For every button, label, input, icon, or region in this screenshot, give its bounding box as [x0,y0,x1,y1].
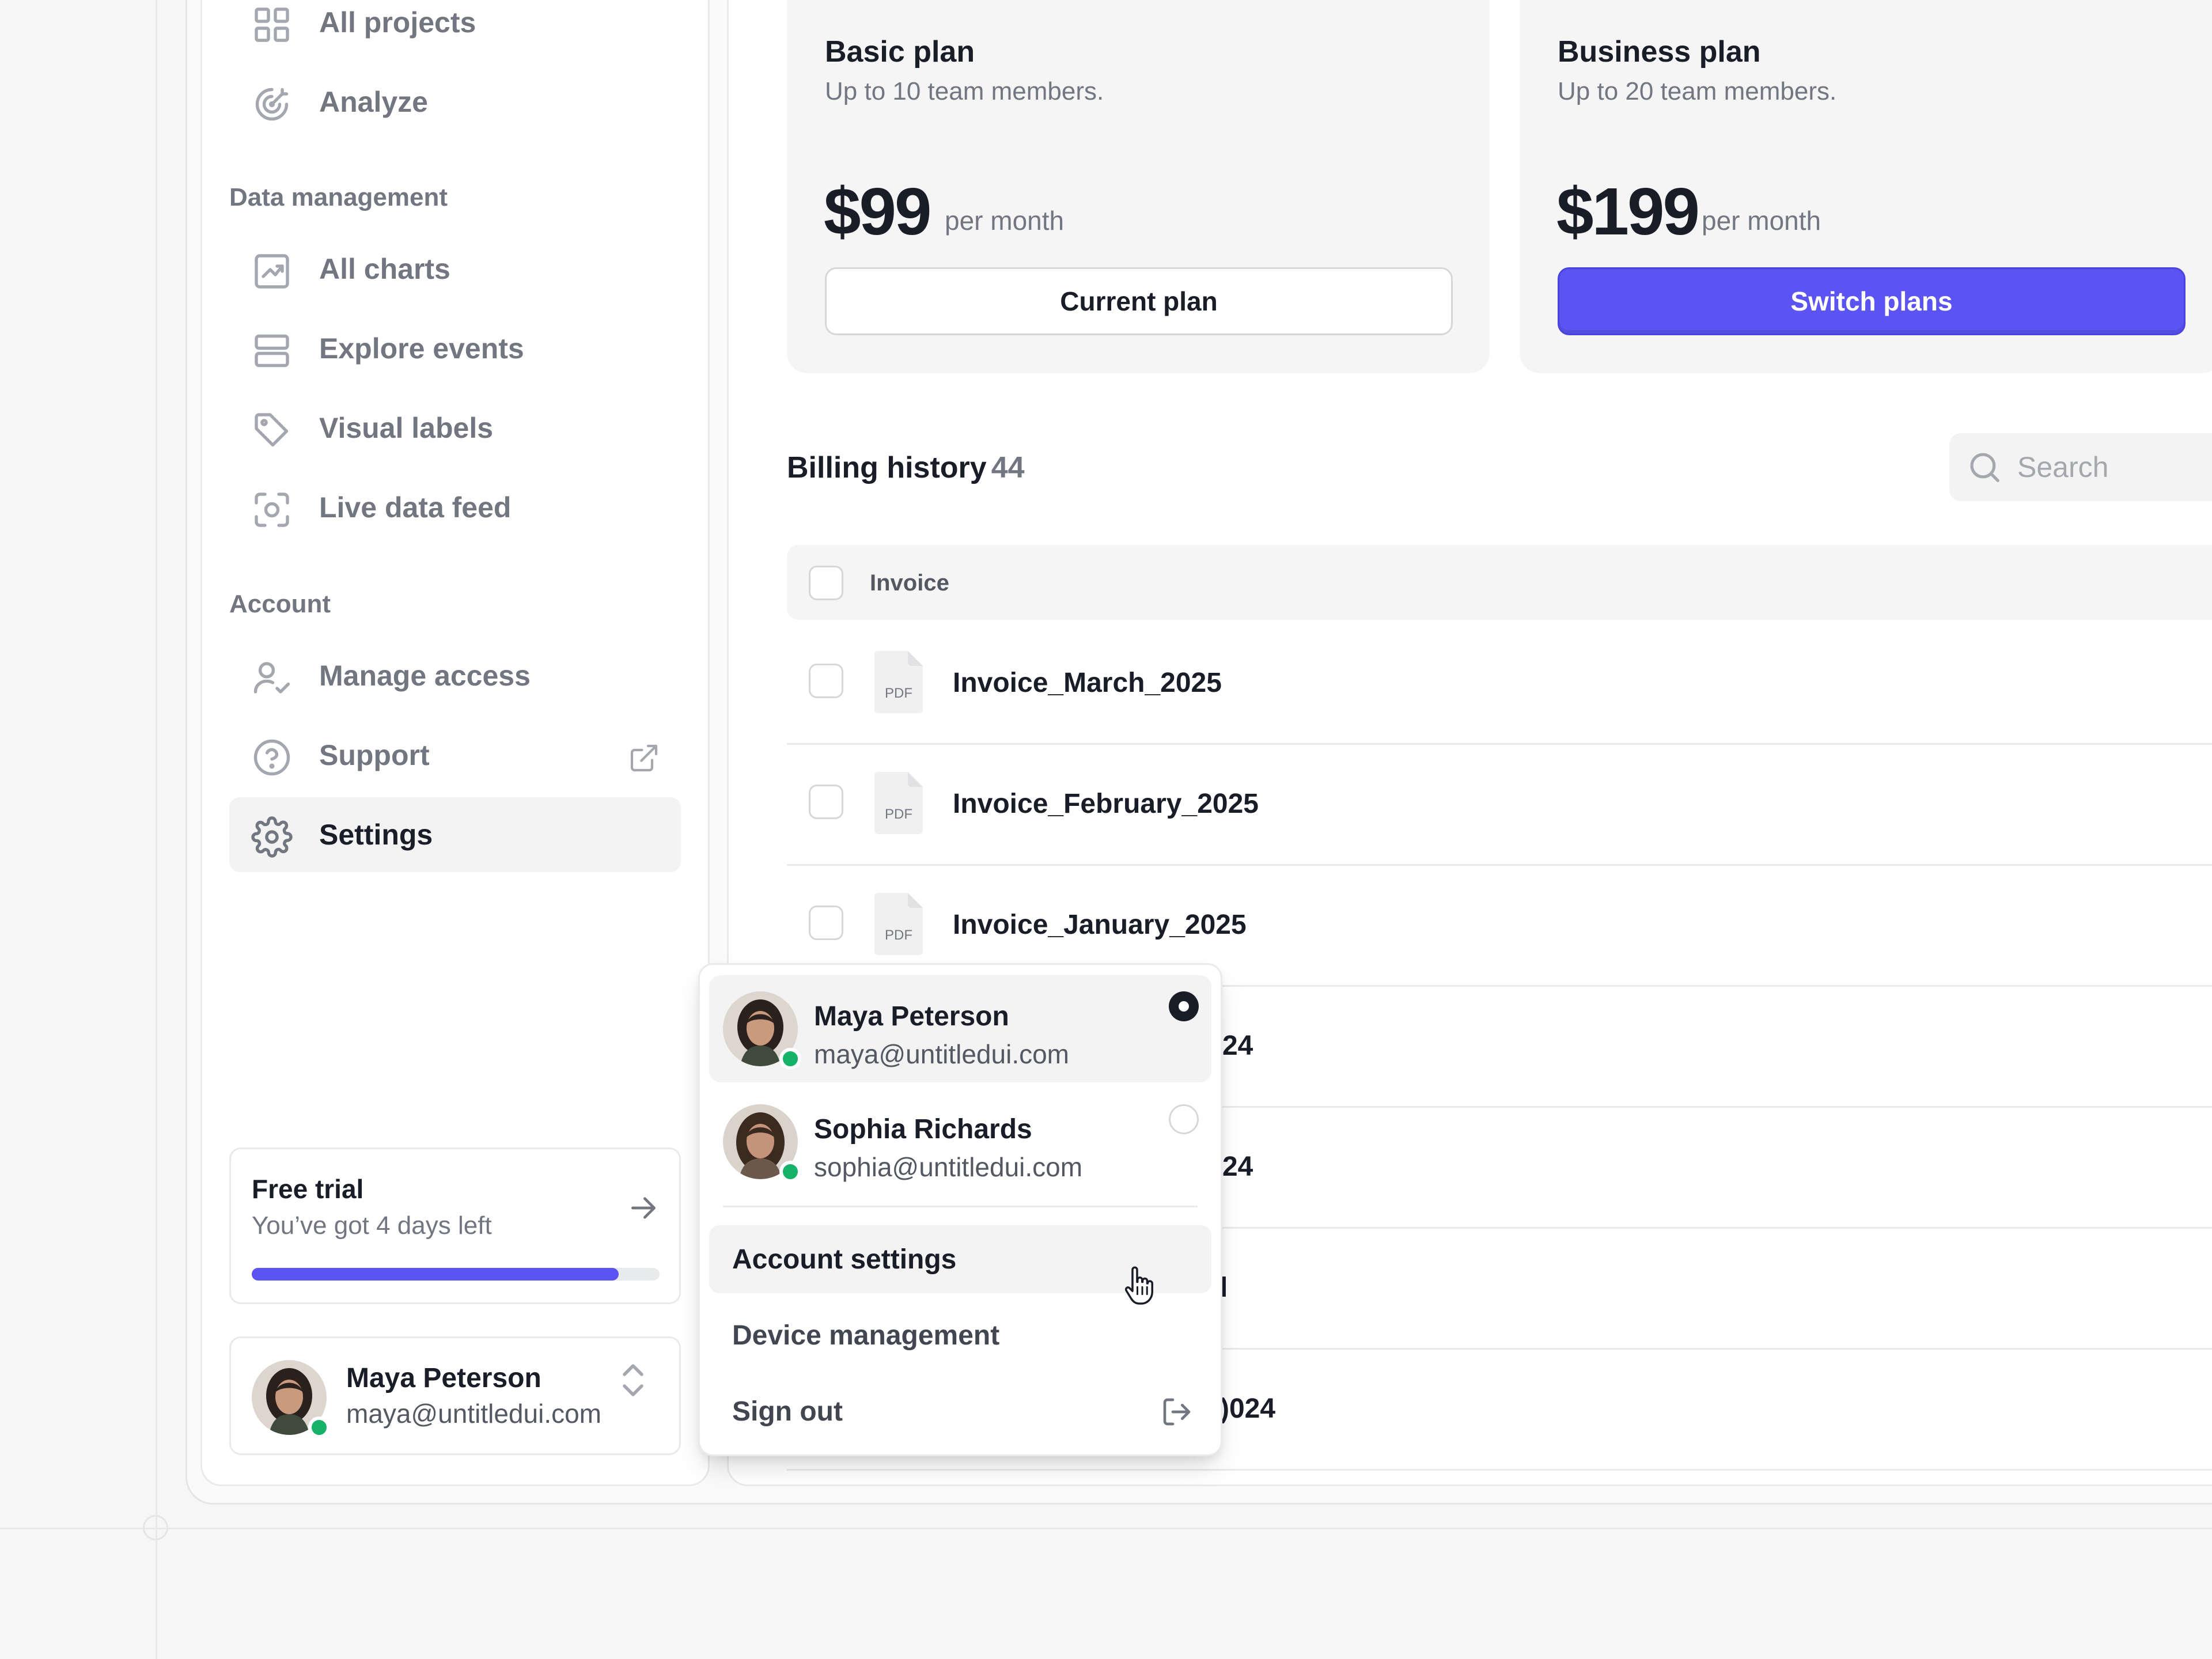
grid-icon [255,7,289,42]
menu-item-sign-out[interactable]: Sign out [709,1377,1211,1445]
row-checkbox[interactable] [809,785,843,819]
sidebar-item-label: Support [319,739,430,771]
trial-progress-track [252,1268,660,1281]
section-label-account: Account [229,590,331,618]
table-header: Invoice [787,545,2212,620]
account-dropdown-menu: Maya Peterson maya@untitledui.com Sophia… [698,963,1222,1456]
sidebar-item-support[interactable]: Support [229,718,681,793]
focus-icon [255,493,289,527]
plan-subtitle: Up to 20 team members. [1558,77,1837,105]
row-checkbox[interactable] [809,906,843,940]
select-all-checkbox[interactable] [809,566,843,600]
guide-line-horizontal [0,1528,2212,1529]
sidebar-item-manage-access[interactable]: Manage access [229,638,681,713]
sidebar-item-live-data-feed[interactable]: Live data feed [229,470,681,545]
sidebar-item-visual-labels[interactable]: Visual labels [229,391,681,465]
column-header-invoice: Invoice [870,570,949,596]
gear-icon [251,816,293,858]
sidebar-item-label: Analyze [319,86,428,118]
switch-plans-button[interactable]: Switch plans [1558,267,2186,335]
plan-title: Basic plan [825,35,975,69]
plan-price: $199 [1556,174,1700,249]
help-circle-icon [253,739,290,776]
current-plan-button[interactable]: Current plan [825,267,1453,335]
account-switcher-card[interactable]: Maya Peterson maya@untitledui.com [229,1336,681,1455]
trial-title: Free trial [252,1174,364,1204]
account-email: sophia@untitledui.com [814,1152,1083,1182]
external-link-icon [630,744,658,772]
chart-icon [255,254,289,289]
sidebar-item-settings[interactable]: Settings [229,797,681,872]
invoice-name-partial[interactable]: )024 [1220,1393,1275,1425]
account-option-sophia[interactable]: Sophia Richards sophia@untitledui.com [709,1088,1211,1195]
trial-subtitle: You’ve got 4 days left [252,1211,492,1240]
sidebar-item-label: Visual labels [319,412,494,444]
user-name: Maya Peterson [346,1363,541,1393]
file-type-label: PDF [885,806,912,822]
arrow-right-icon [631,1197,656,1219]
radio-unselected[interactable] [1169,1104,1199,1134]
account-option-maya[interactable]: Maya Peterson maya@untitledui.com [709,975,1211,1082]
search-input[interactable] [2016,449,2212,485]
plan-period: per month [1702,206,1821,236]
account-name: Sophia Richards [814,1114,1032,1145]
sidebar-item-label: Settings [319,819,433,851]
tag-icon [255,413,289,447]
rows-icon [255,334,289,368]
file-type-label: PDF [885,685,912,701]
invoice-name[interactable]: Invoice_January_2025 [953,909,1247,941]
table-row[interactable]: PDF Invoice_March_2025 [787,622,2212,745]
invoice-name[interactable]: Invoice_March_2025 [953,667,1222,699]
sidebar-item-label: Manage access [319,660,531,692]
user-check-icon [253,662,290,694]
sidebar-item-label: Explore events [319,332,524,365]
guide-crosshair [143,1515,168,1540]
hand-pointer-cursor-icon [1124,1266,1153,1305]
radio-selected[interactable] [1169,991,1199,1021]
online-status-dot [779,1048,801,1070]
billing-history-count: 44 [991,451,1025,484]
user-email: maya@untitledui.com [346,1399,601,1429]
trial-progress-fill [252,1268,619,1281]
sidebar-item-label: Live data feed [319,491,512,524]
plan-price: $99 [824,174,932,249]
online-status-dot [779,1161,801,1183]
menu-divider [723,1206,1198,1207]
plan-subtitle: Up to 10 team members. [825,77,1104,105]
invoice-name[interactable]: Invoice_February_2025 [953,788,1259,820]
sidebar-item-analyze[interactable]: Analyze [229,65,681,139]
menu-item-device-management[interactable]: Device management [709,1301,1211,1369]
section-label-data-management: Data management [229,183,448,211]
menu-item-label: Account settings [732,1244,957,1275]
chevron-selector-icon[interactable] [616,1360,650,1400]
plan-card-business: Business plan Up to 20 team members. $19… [1520,0,2212,373]
online-status-dot [308,1416,330,1438]
pdf-file-icon: PDF [874,651,923,713]
target-icon [255,88,289,121]
plan-title: Business plan [1558,35,1761,69]
log-out-icon [1163,1398,1191,1426]
sidebar-item-all-projects[interactable]: All projects [229,0,681,60]
search-icon [1970,453,1999,482]
free-trial-card[interactable]: Free trial You’ve got 4 days left [229,1147,681,1304]
account-name: Maya Peterson [814,1001,1009,1032]
pdf-file-icon: PDF [874,772,923,834]
billing-history-label: Billing history [787,451,987,484]
billing-history-title: Billing history 44 [787,450,1025,485]
row-checkbox[interactable] [809,664,843,698]
plan-period: per month [945,206,1065,236]
guide-line-vertical [156,0,157,1659]
pdf-file-icon: PDF [874,893,923,955]
menu-item-label: Device management [732,1320,1000,1351]
file-type-label: PDF [885,927,912,943]
sidebar-item-explore-events[interactable]: Explore events [229,311,681,386]
menu-item-label: Sign out [732,1396,843,1427]
sidebar-item-all-charts[interactable]: All charts [229,232,681,306]
table-row[interactable]: PDF Invoice_February_2025 [787,743,2212,866]
account-email: maya@untitledui.com [814,1039,1069,1069]
sidebar-item-label: All projects [319,6,476,39]
sidebar-item-label: All charts [319,253,450,285]
search-field[interactable] [1949,433,2212,501]
plan-card-basic: Basic plan Up to 10 team members. $99 pe… [787,0,1490,373]
